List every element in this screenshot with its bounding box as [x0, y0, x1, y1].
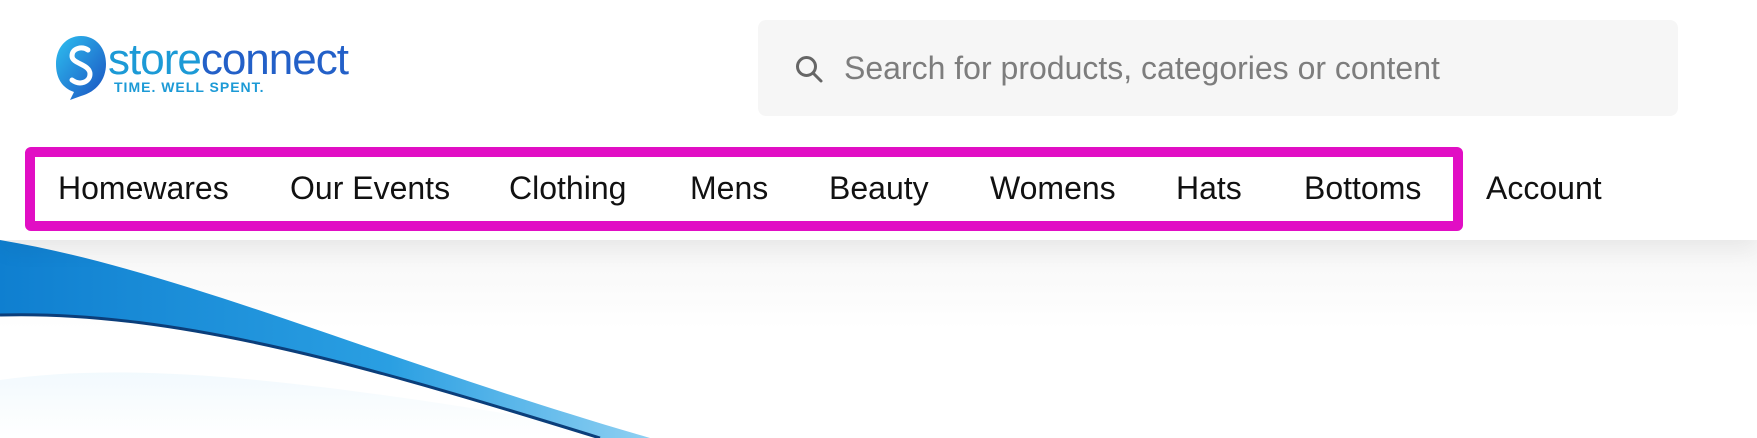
nav-item-womens[interactable]: Womens	[990, 168, 1116, 208]
hero-wave-graphic	[0, 240, 650, 438]
nav-item-homewares[interactable]: Homewares	[58, 168, 229, 208]
logo-tagline: TIME. WELL SPENT.	[114, 79, 265, 95]
nav-item-bottoms[interactable]: Bottoms	[1304, 168, 1421, 208]
nav-item-hats[interactable]: Hats	[1176, 168, 1242, 208]
nav-item-beauty[interactable]: Beauty	[829, 168, 929, 208]
site-header: storeconnect TIME. WELL SPENT. Homewares…	[0, 0, 1757, 240]
nav-item-account[interactable]: Account	[1486, 168, 1602, 208]
search-bar[interactable]	[758, 20, 1678, 116]
search-input[interactable]	[844, 20, 1644, 116]
search-icon	[796, 56, 823, 83]
nav-item-mens[interactable]: Mens	[690, 168, 768, 208]
logo-mark-icon	[56, 36, 106, 100]
nav-item-our-events[interactable]: Our Events	[290, 168, 450, 208]
nav-item-clothing[interactable]: Clothing	[509, 168, 626, 208]
hero-banner	[0, 240, 1757, 438]
storeconnect-logo[interactable]: storeconnect TIME. WELL SPENT.	[56, 34, 376, 100]
